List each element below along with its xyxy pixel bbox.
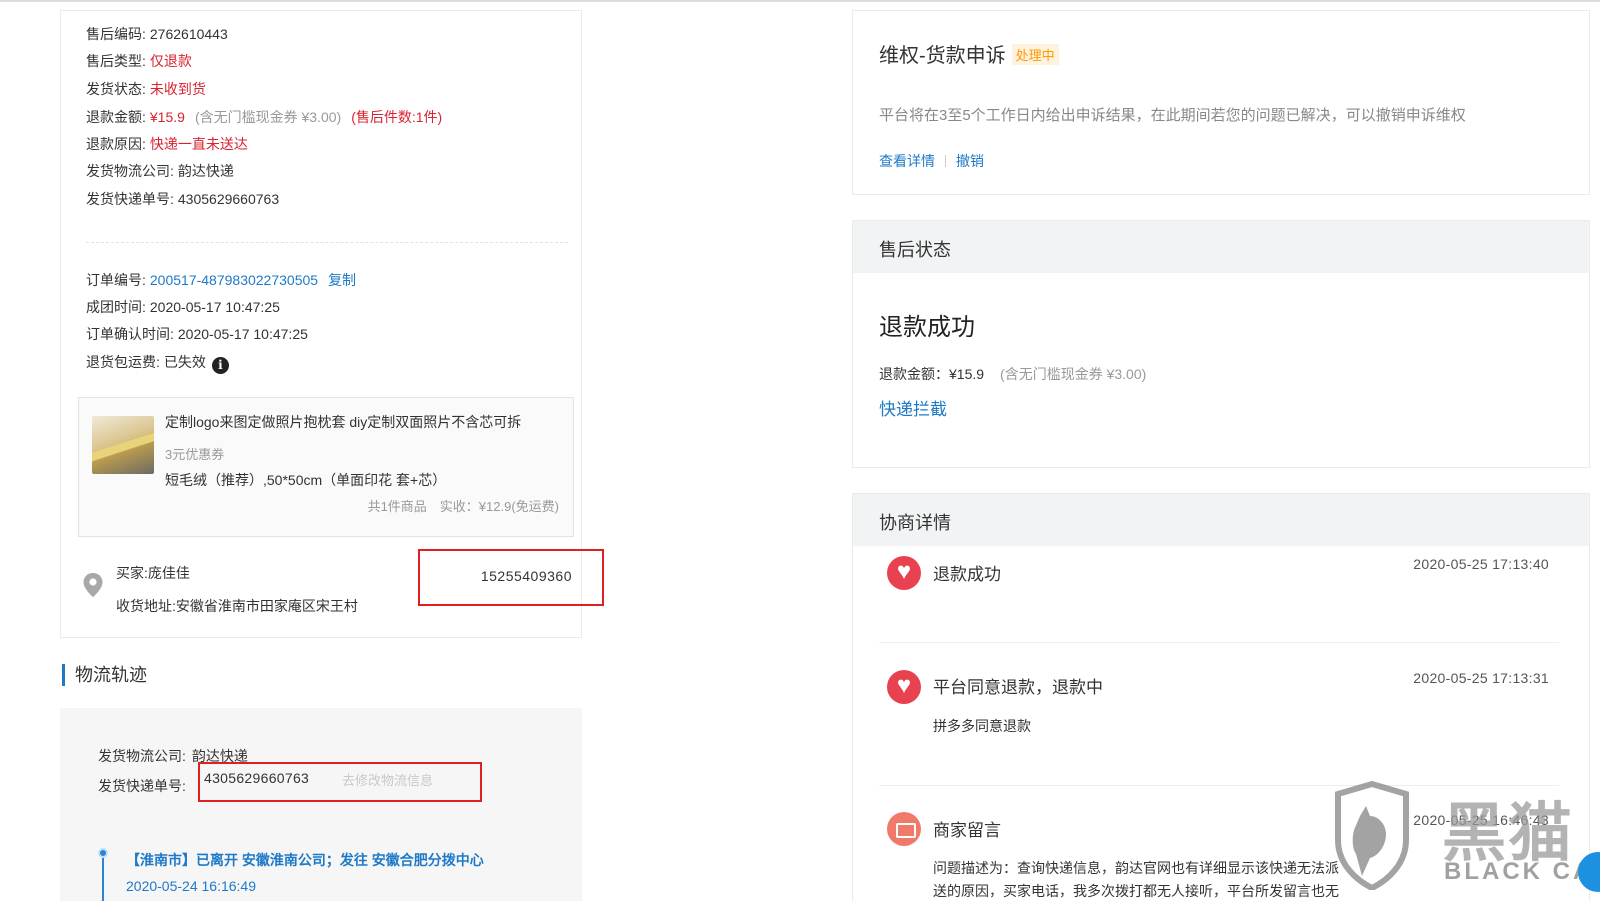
order-number-row: 订单编号: 200517-487983022730505 复制	[86, 271, 356, 289]
top-border	[0, 0, 1600, 2]
refund-reason-value: 快递一直未送达	[149, 136, 248, 152]
confirm-time-row: 订单确认时间: 2020-05-17 10:47:25	[86, 325, 308, 343]
negotiation-title: 协商详情	[879, 513, 951, 533]
cancel-appeal-link[interactable]: 撤销	[956, 153, 984, 169]
group-time-row: 成团时间: 2020-05-17 10:47:25	[86, 298, 280, 316]
log-tracking-label: 发货快递单号:	[98, 778, 186, 794]
heart-icon	[887, 670, 921, 704]
negotiation-event-time: 2020-05-25 17:13:31	[1413, 670, 1549, 686]
status-amount-note: (含无门槛现金券 ¥3.00)	[1000, 366, 1147, 382]
aftersale-code-label: 售后编码:	[86, 26, 146, 42]
link-separator	[945, 155, 946, 167]
timeline-time: 2020-05-24 16:16:49	[126, 878, 256, 894]
return-fee-value: 已失效	[163, 354, 206, 370]
aftersale-type-label: 售后类型:	[86, 53, 146, 69]
refund-result: 退款成功	[879, 314, 975, 341]
aftersale-count: (售后件数:1件)	[351, 109, 443, 125]
negotiation-event-title: 平台同意退款，退款中	[933, 678, 1103, 697]
tracking-number-value: 4305629660763	[177, 191, 280, 207]
negotiation-header: 协商详情	[853, 494, 1589, 546]
order-number-label: 订单编号:	[86, 272, 146, 288]
appeal-actions: 查看详情 撤销	[879, 151, 984, 171]
product-total: 共1件商品 实收：¥12.9(免运费)	[367, 499, 559, 514]
shipping-status-row: 发货状态: 未收到货	[86, 80, 206, 98]
intercept-delivery-link[interactable]: 快递拦截	[879, 395, 947, 420]
product-card[interactable]: 定制logo来图定做照片抱枕套 diy定制双面照片不含芯可拆 3元优惠券 短毛绒…	[78, 397, 574, 537]
shipping-status-value: 未收到货	[149, 81, 206, 97]
negotiation-card: 协商详情 退款成功 2020-05-25 17:13:40 平台同意退款，退款中…	[852, 493, 1590, 901]
appeal-card: 维权-货款申诉 处理中 平台将在3至5个工作日内给出申诉结果，在此期间若您的问题已…	[852, 10, 1590, 195]
negotiation-event-detail-2: 送的原因，买家电话，我多次拨打都无人接听，平台所发留言也无	[933, 883, 1339, 899]
info-icon[interactable]: i	[211, 357, 229, 374]
edit-logistics-link[interactable]: 去修改物流信息	[342, 770, 433, 789]
return-fee-label: 退货包运费:	[86, 354, 160, 370]
shipping-status-label: 发货状态:	[86, 81, 146, 97]
buyer-phone: 15255409360	[480, 568, 572, 584]
section-divider	[86, 242, 568, 243]
negotiation-event-detail: 拼多多同意退款	[933, 718, 1031, 734]
confirm-time-label: 订单确认时间:	[86, 326, 174, 342]
negotiation-event-time: 2020-05-25 16:46:43	[1413, 812, 1549, 828]
negotiation-event-time: 2020-05-25 17:13:40	[1413, 556, 1549, 572]
view-details-link[interactable]: 查看详情	[879, 153, 935, 169]
log-tracking-value: 4305629660763	[204, 770, 310, 786]
status-card-header: 售后状态	[853, 221, 1589, 273]
aftersale-status-card: 售后状态 退款成功 退款金额：¥15.9 (含无门槛现金券 ¥3.00) 快递拦截	[852, 220, 1590, 468]
tracking-number-row: 发货快递单号: 4305629660763	[86, 190, 279, 208]
log-company-label: 发货物流公司:	[98, 748, 186, 764]
timeline-line	[102, 852, 104, 901]
message-icon	[887, 812, 921, 846]
processing-badge: 处理中	[1011, 44, 1059, 65]
tracking-highlight-box: 4305629660763 去修改物流信息	[198, 762, 482, 802]
aftersale-code-value: 2762610443	[149, 26, 228, 42]
return-fee-row: 退货包运费: 已失效 i	[86, 353, 229, 374]
location-pin-icon	[83, 573, 103, 597]
product-title[interactable]: 定制logo来图定做照片抱枕套 diy定制双面照片不含芯可拆	[165, 412, 521, 432]
aftersale-type-value: 仅退款	[149, 53, 192, 69]
refund-reason-row: 退款原因: 快递一直未送达	[86, 135, 248, 153]
group-time-value: 2020-05-17 10:47:25	[149, 299, 280, 315]
status-amount: 退款金额：¥15.9	[879, 366, 985, 382]
copy-order-button[interactable]: 复制	[328, 272, 356, 288]
aftersale-info-card	[60, 10, 582, 638]
status-card-title: 售后状态	[879, 240, 951, 260]
appeal-description: 平台将在3至5个工作日内给出申诉结果，在此期间若您的问题已解决，可以撤销申诉维权	[879, 107, 1466, 124]
refund-amount-value: ¥15.9	[149, 109, 185, 125]
logistics-card: 发货物流公司: 韵达快递 发货快递单号: 4305629660763 去修改物流信…	[60, 708, 582, 901]
negotiation-event-detail: 问题描述为：查询快递信息，韵达官网也有详细显示该快递无法派	[933, 860, 1339, 876]
refund-reason-label: 退款原因:	[86, 136, 146, 152]
phone-highlight-box: 15255409360	[418, 549, 604, 606]
aftersale-type-row: 售后类型: 仅退款	[86, 52, 192, 70]
refund-amount-row: 退款金额: ¥15.9 (含无门槛现金券 ¥3.00) (售后件数:1件)	[86, 108, 442, 126]
group-time-label: 成团时间:	[86, 299, 146, 315]
timeline-event: 【淮南市】已离开 安徽淮南公司；发往 安徽合肥分拨中心	[126, 852, 484, 868]
status-amount-row: 退款金额：¥15.9 (含无门槛现金券 ¥3.00)	[879, 364, 1146, 384]
product-thumbnail[interactable]	[92, 416, 154, 474]
refund-coupon-note: (含无门槛现金券 ¥3.00)	[194, 109, 342, 125]
refund-amount-label: 退款金额:	[86, 109, 146, 125]
buyer-address: 收货地址:安徽省淮南市田家庵区宋王村	[116, 598, 358, 614]
appeal-title: 维权-货款申诉	[879, 45, 1006, 67]
courier-company-value: 韵达快递	[177, 163, 234, 179]
order-number-link[interactable]: 200517-487983022730505	[150, 272, 318, 288]
buyer-name: 买家:庞佳佳	[116, 565, 190, 581]
tracking-number-label: 发货快递单号:	[86, 191, 174, 207]
logistics-section-title: 物流轨迹	[62, 664, 147, 686]
confirm-time-value: 2020-05-17 10:47:25	[177, 326, 308, 342]
courier-company-label: 发货物流公司:	[86, 163, 174, 179]
negotiation-divider	[879, 785, 1559, 786]
negotiation-event-title: 商家留言	[933, 821, 1001, 840]
product-coupon: 3元优惠券	[165, 447, 225, 462]
product-spec: 短毛绒（推荐）,50*50cm（单面印花 套+芯）	[165, 472, 447, 488]
aftersale-code-row: 售后编码: 2762610443	[86, 25, 228, 43]
negotiation-event-title: 退款成功	[933, 565, 1001, 584]
timeline-dot	[98, 848, 108, 858]
negotiation-divider	[879, 642, 1559, 643]
courier-company-row: 发货物流公司: 韵达快递	[86, 162, 234, 180]
heart-icon	[887, 556, 921, 590]
appeal-title-row: 维权-货款申诉 处理中	[879, 39, 1059, 68]
